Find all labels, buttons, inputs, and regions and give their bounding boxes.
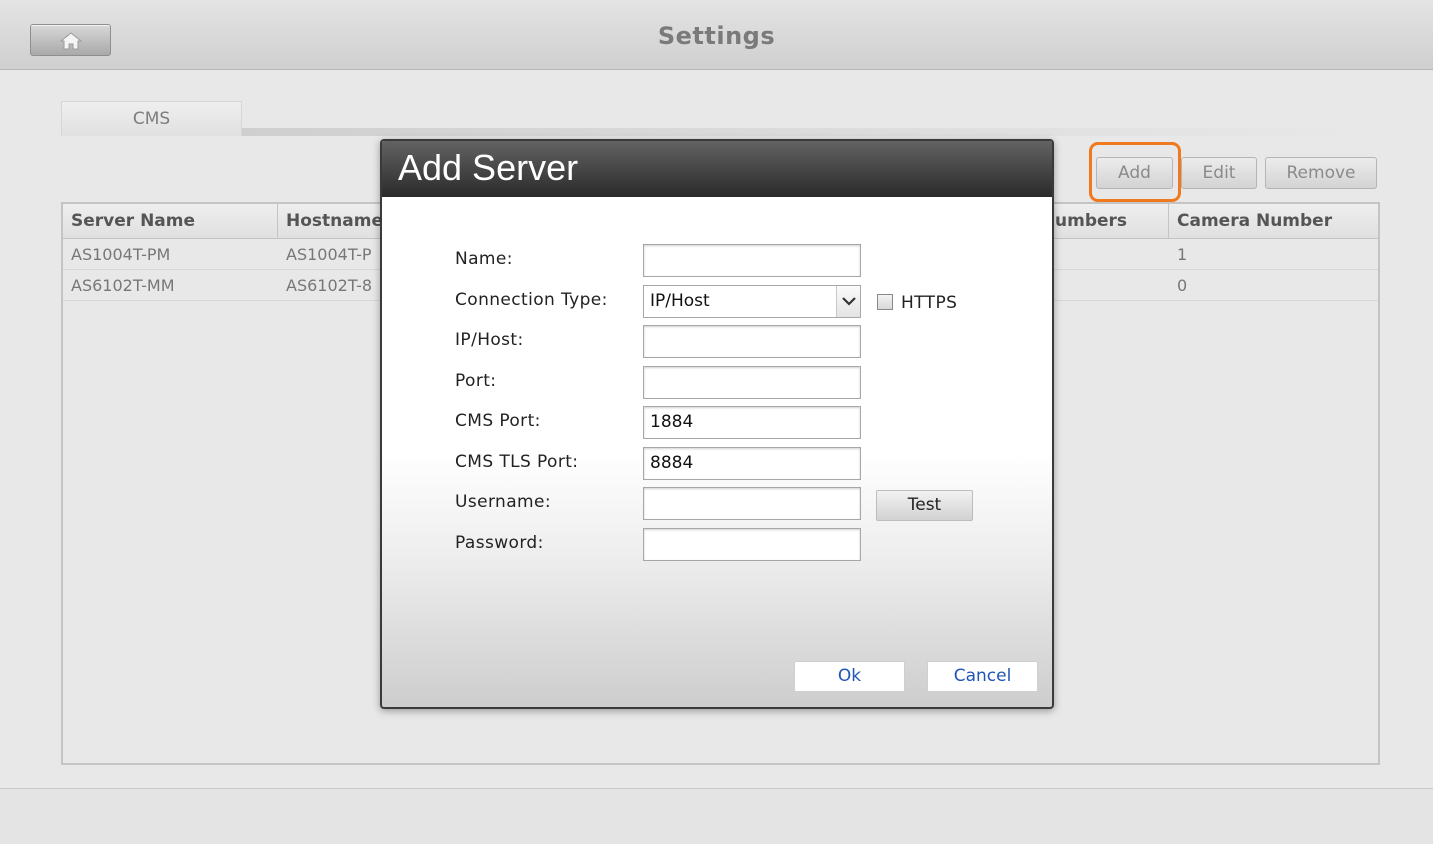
name-field[interactable] <box>643 244 861 277</box>
cms-tls-port-label: CMS TLS Port: <box>455 452 579 472</box>
password-field[interactable] <box>643 528 861 561</box>
ip-host-field[interactable] <box>643 325 861 358</box>
chevron-down-icon[interactable] <box>836 286 860 317</box>
https-checkbox[interactable] <box>877 294 893 310</box>
cell-hostname: AS1004T-P <box>286 245 372 264</box>
tab-cms[interactable]: CMS <box>61 101 242 136</box>
cell-camera-number: 0 <box>1177 276 1188 295</box>
test-button[interactable]: Test <box>876 490 973 521</box>
cell-server-name: AS1004T-PM <box>71 245 171 264</box>
dialog-title: Add Server <box>398 147 579 188</box>
port-field[interactable] <box>643 366 861 399</box>
cms-tls-port-field[interactable]: 8884 <box>643 447 861 480</box>
add-button[interactable]: Add <box>1096 157 1173 189</box>
cms-port-label: CMS Port: <box>455 411 541 431</box>
connection-type-select[interactable]: IP/Host <box>643 285 861 318</box>
column-header-camera-number[interactable]: Camera Number <box>1169 204 1378 239</box>
edit-button[interactable]: Edit <box>1181 157 1257 189</box>
port-label: Port: <box>455 371 497 391</box>
cell-camera-number: 1 <box>1177 245 1188 264</box>
https-label: HTTPS <box>901 293 958 313</box>
dialog-header: Add Server <box>382 141 1052 197</box>
username-field[interactable] <box>643 487 861 520</box>
top-bar: Settings <box>0 0 1433 70</box>
footer-bar <box>0 788 1433 844</box>
password-label: Password: <box>455 533 544 553</box>
username-label: Username: <box>455 492 551 512</box>
name-label: Name: <box>455 249 513 269</box>
ip-host-label: IP/Host: <box>455 330 524 350</box>
page-title: Settings <box>657 22 776 50</box>
connection-type-value: IP/Host <box>650 291 710 311</box>
cms-port-field[interactable]: 1884 <box>643 406 861 439</box>
ok-button[interactable]: Ok <box>794 661 905 692</box>
remove-button[interactable]: Remove <box>1265 157 1377 189</box>
column-header-numbers[interactable]: umbers <box>1043 204 1169 239</box>
cell-server-name: AS6102T-MM <box>71 276 175 295</box>
column-header-server-name[interactable]: Server Name <box>63 204 278 239</box>
cell-hostname: AS6102T-8 <box>286 276 373 295</box>
connection-type-label: Connection Type: <box>455 290 608 310</box>
add-server-dialog: Add Server Name: Connection Type: IP/Hos… <box>380 139 1054 709</box>
cancel-button[interactable]: Cancel <box>927 661 1038 692</box>
tab-divider <box>242 128 1362 136</box>
